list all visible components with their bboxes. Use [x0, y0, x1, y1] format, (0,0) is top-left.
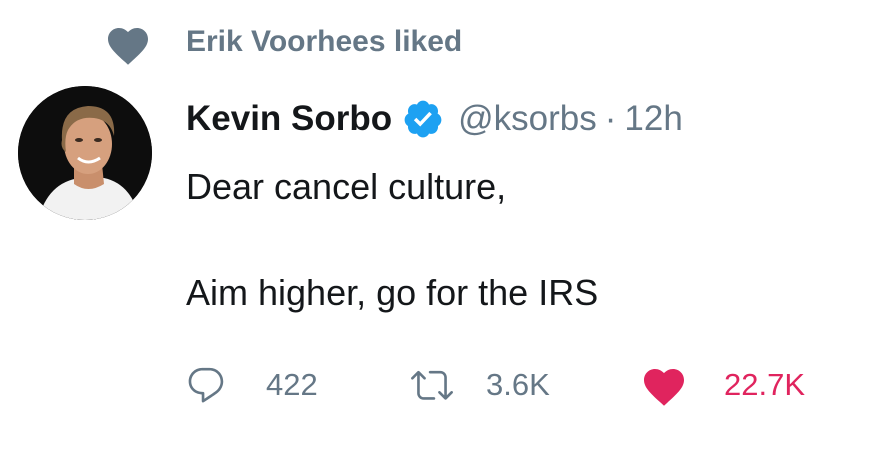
retweet-icon — [411, 370, 453, 400]
reply-icon — [188, 367, 224, 403]
header-separator: · — [604, 99, 617, 138]
retweet-button[interactable]: 3.6K — [408, 360, 550, 410]
avatar-image — [18, 86, 152, 220]
reply-button[interactable]: 422 — [184, 360, 318, 410]
heart-icon — [644, 369, 684, 406]
liked-by-text[interactable]: Erik Voorhees liked — [186, 25, 462, 59]
like-count: 22.7K — [724, 367, 806, 402]
tweet-text-line: Dear cancel culture, — [186, 166, 507, 207]
author-handle[interactable]: @ksorbs — [458, 99, 597, 139]
retweet-count: 3.6K — [486, 367, 550, 402]
tweet-timestamp[interactable]: 12h — [624, 99, 682, 139]
avatar[interactable] — [18, 86, 152, 220]
tweet-header: Kevin Sorbo @ksorbs · 12h — [186, 94, 683, 144]
author-display-name[interactable]: Kevin Sorbo — [186, 99, 392, 139]
reply-count: 422 — [266, 367, 318, 402]
tweet-text-line: Aim higher, go for the IRS — [186, 272, 599, 313]
like-button[interactable]: 22.7K — [640, 360, 805, 410]
social-context: Erik Voorhees liked — [0, 18, 884, 70]
heart-icon — [108, 28, 148, 65]
verified-badge-icon — [404, 100, 442, 138]
tweet-actions: 422 3.6K 22.7K — [0, 360, 884, 410]
